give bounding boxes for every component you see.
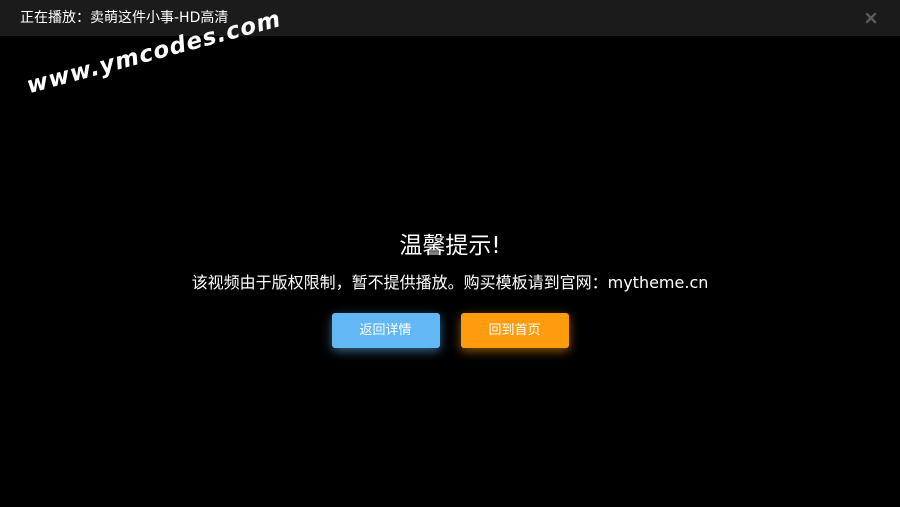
notice-actions: 返回详情 回到首页 xyxy=(0,313,900,349)
back-to-details-button[interactable]: 返回详情 xyxy=(331,313,440,348)
player-titlebar: 正在播放：卖萌这件小事-HD高清 xyxy=(0,0,900,36)
close-icon xyxy=(865,12,877,24)
notice-title: 温馨提示! xyxy=(399,233,501,259)
copyright-notice: 温馨提示! 该视频由于版权限制，暂不提供播放。购买模板请到官网：mytheme.… xyxy=(0,228,900,296)
video-player: 正在播放：卖萌这件小事-HD高清 www.ymcodes.com 温馨提示! 该… xyxy=(0,0,900,507)
notice-message: 该视频由于版权限制，暂不提供播放。购买模板请到官网：mytheme.cn xyxy=(191,273,709,292)
back-to-home-button[interactable]: 回到首页 xyxy=(460,313,569,348)
close-button[interactable] xyxy=(862,9,880,27)
